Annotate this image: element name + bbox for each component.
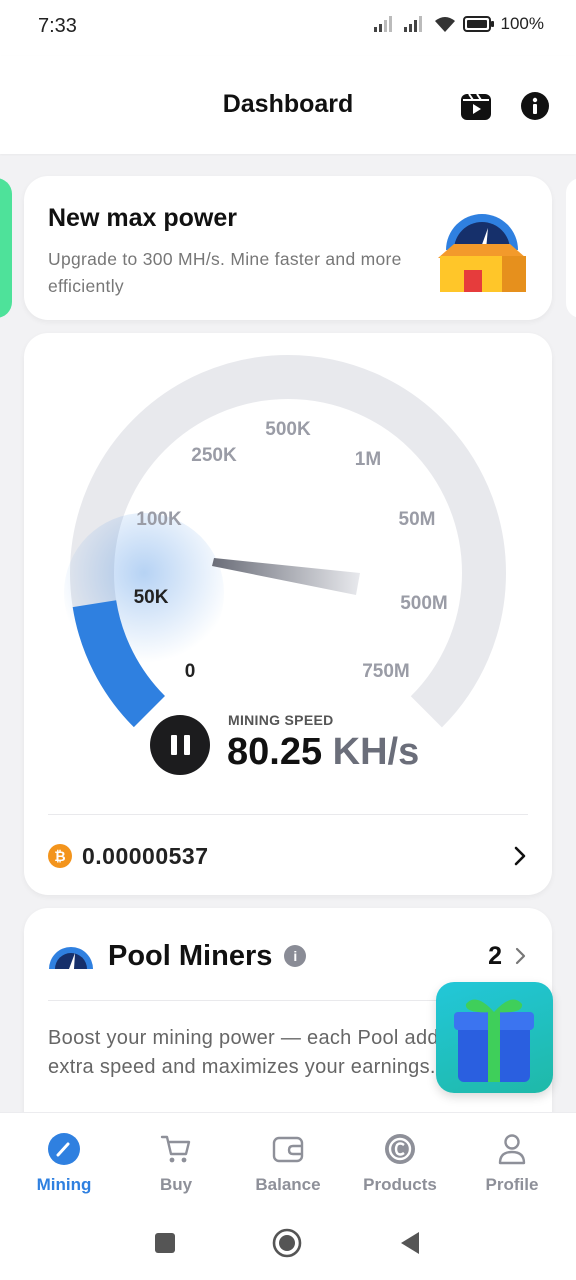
gift-icon xyxy=(454,999,534,1082)
gift-button[interactable] xyxy=(436,982,553,1093)
divider xyxy=(48,814,528,815)
video-button[interactable] xyxy=(459,89,493,123)
pause-icon xyxy=(170,735,177,755)
mining-speed-value: 80.25 KH/s xyxy=(227,731,419,774)
status-time: 7:33 xyxy=(38,15,77,37)
nav-label: Buy xyxy=(159,1175,193,1194)
battery-icon xyxy=(462,16,494,32)
pool-header[interactable]: Pool Miners i 2 xyxy=(48,936,528,976)
pool-title: Pool Miners xyxy=(108,939,273,972)
app-header: Dashboard xyxy=(0,56,576,154)
status-bar: 7:33 100% xyxy=(0,0,576,56)
wallet-icon xyxy=(272,1136,304,1163)
back-icon[interactable] xyxy=(398,1230,422,1256)
chevron-right-icon xyxy=(515,947,526,965)
signal-icon xyxy=(373,16,392,32)
nav-item-profile[interactable]: Profile xyxy=(456,1131,568,1195)
carousel-prev-card[interactable] xyxy=(0,178,12,318)
speed-unit: KH/s xyxy=(332,731,420,773)
bottom-nav: Mining Buy Balance Products Profile xyxy=(0,1112,576,1210)
battery-percent: 100% xyxy=(500,14,544,33)
video-icon xyxy=(461,93,491,120)
nav-item-products[interactable]: Products xyxy=(344,1131,456,1195)
nav-item-mining[interactable]: Mining xyxy=(8,1131,120,1195)
speed-number: 80.25 xyxy=(227,731,323,773)
speedometer-icon xyxy=(48,1133,80,1165)
balance-amount: 0.00000537 xyxy=(82,842,209,869)
gauge-needle xyxy=(212,558,360,595)
nav-item-buy[interactable]: Buy xyxy=(120,1131,232,1195)
wifi-icon xyxy=(434,17,455,32)
cart-icon xyxy=(160,1135,191,1163)
pool-description: Boost your mining power — each Pool adds… xyxy=(48,1027,450,1078)
status-icons: 100% xyxy=(373,14,544,34)
promo-title: New max power xyxy=(48,204,237,232)
promo-card[interactable]: New max power Upgrade to 300 MH/s. Mine … xyxy=(24,176,552,320)
pause-icon-bar xyxy=(183,735,190,755)
speed-box-illustration xyxy=(438,214,526,292)
signal-icon xyxy=(403,16,422,32)
nav-label: Products xyxy=(363,1175,437,1194)
nav-item-balance[interactable]: Balance xyxy=(232,1131,344,1195)
gauge-tick-label: 50K xyxy=(134,587,169,608)
nav-label: Balance xyxy=(255,1175,321,1194)
info-icon xyxy=(521,92,549,120)
mining-speed-card: 0 50K 100K 250K 500K 1M 50M 500M 750M MI… xyxy=(24,333,552,895)
carousel-next-card[interactable] xyxy=(566,178,576,318)
gauge-tick-label: 1M xyxy=(355,449,381,470)
info-icon[interactable]: i xyxy=(284,945,307,967)
recents-icon[interactable] xyxy=(154,1232,176,1254)
balance-row[interactable]: ₿ 0.00000537 xyxy=(48,831,528,881)
speedometer-icon xyxy=(49,947,93,969)
coin-c-icon xyxy=(385,1134,415,1164)
system-nav-bar xyxy=(0,1210,576,1280)
pool-count: 2 xyxy=(488,941,502,970)
nav-label: Mining xyxy=(36,1175,92,1194)
user-icon xyxy=(498,1134,526,1165)
chevron-right-icon xyxy=(514,846,526,866)
mining-speed-label: MINING SPEED xyxy=(228,712,334,728)
info-button[interactable] xyxy=(518,89,552,123)
gauge-tick-label: 100K xyxy=(136,509,182,530)
gauge-tick-label: 500M xyxy=(400,593,448,614)
gauge-tick-label: 50M xyxy=(399,509,436,530)
gauge-tick-label: 250K xyxy=(191,445,237,466)
nav-label: Profile xyxy=(485,1175,539,1194)
promo-text: Upgrade to 300 MH/s. Mine faster and mor… xyxy=(48,249,402,296)
gauge-tick-label: 0 xyxy=(185,661,196,682)
bitcoin-icon: ₿ xyxy=(48,844,72,868)
gauge-tick-label: 750M xyxy=(362,661,410,682)
pause-button[interactable] xyxy=(150,715,210,775)
gauge-tick-label: 500K xyxy=(265,419,311,440)
home-icon[interactable] xyxy=(272,1228,302,1258)
